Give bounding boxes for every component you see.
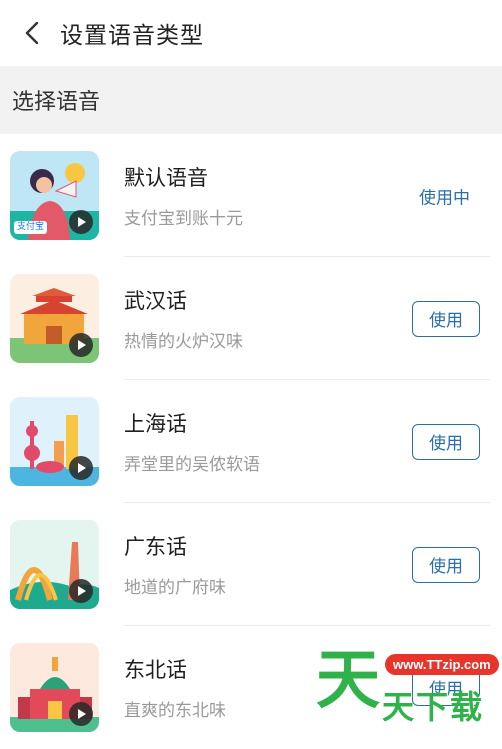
play-icon[interactable] [69, 702, 93, 726]
voice-name: 武汉话 [124, 289, 187, 313]
use-button[interactable]: 使用 [412, 546, 480, 583]
voice-thumbnail-guangdong[interactable] [10, 520, 99, 609]
section-header: 选择语音 [0, 66, 502, 134]
alipay-badge: 支付宝 [14, 221, 48, 234]
watermark-text: 天下载 [382, 688, 485, 726]
watermark-logo: 天 www.TTzip.com 天下载 [312, 646, 502, 735]
voice-name: 上海话 [124, 412, 187, 436]
voice-thumbnail-wuhan[interactable] [10, 274, 99, 363]
voice-item-shanghai[interactable]: 上海话 弄堂里的吴侬软语 使用 [0, 380, 502, 503]
play-icon[interactable] [69, 333, 93, 357]
voice-description: 热情的火炉汉味 [124, 332, 243, 352]
voice-item-wuhan[interactable]: 武汉话 热情的火炉汉味 使用 [0, 257, 502, 380]
use-button[interactable]: 使用 [412, 423, 480, 460]
play-icon[interactable] [69, 579, 93, 603]
watermark-url: www.TTzip.com [385, 654, 499, 675]
voice-description: 支付宝到账十元 [124, 209, 243, 229]
play-icon[interactable] [69, 456, 93, 480]
in-use-status: 使用中 [419, 188, 470, 208]
voice-thumbnail-default[interactable]: 支付宝 [10, 151, 99, 240]
voice-name: 东北话 [124, 658, 187, 682]
voice-description: 直爽的东北味 [124, 701, 226, 721]
voice-name: 广东话 [124, 535, 187, 559]
voice-description: 地道的广府味 [124, 578, 226, 598]
top-bar: 设置语音类型 [0, 0, 502, 66]
voice-thumbnail-dongbei[interactable] [10, 643, 99, 732]
page-title: 设置语音类型 [60, 23, 204, 49]
back-arrow-icon[interactable] [22, 22, 42, 44]
play-icon[interactable] [69, 210, 93, 234]
voice-thumbnail-shanghai[interactable] [10, 397, 99, 486]
use-button[interactable]: 使用 [412, 300, 480, 337]
watermark-big-char: 天 [316, 644, 380, 718]
voice-item-guangdong[interactable]: 广东话 地道的广府味 使用 [0, 503, 502, 626]
voice-item-default[interactable]: 支付宝 默认语音 支付宝到账十元 使用中 [0, 134, 502, 257]
voice-name: 默认语音 [124, 166, 208, 190]
voice-description: 弄堂里的吴侬软语 [124, 455, 260, 475]
